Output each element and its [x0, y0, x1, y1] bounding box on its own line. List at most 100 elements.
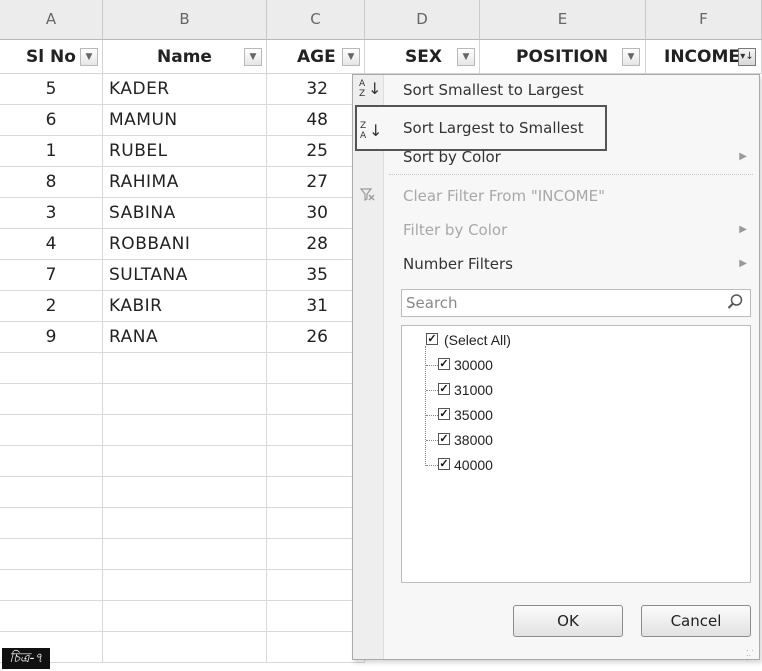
empty-cell[interactable]	[103, 570, 267, 601]
empty-cell[interactable]	[267, 353, 365, 384]
empty-cell[interactable]	[0, 415, 103, 446]
sex-filter-dropdown-button[interactable]: ▼	[457, 48, 475, 66]
checkbox-checked-icon[interactable]: ✓	[438, 383, 450, 395]
column-header-f[interactable]: F	[646, 0, 762, 40]
sort-smallest-to-largest-item[interactable]: A Z ↓ Sort Smallest to Largest	[353, 75, 759, 105]
empty-cell[interactable]	[103, 632, 267, 663]
cell-age[interactable]: 25	[267, 136, 365, 167]
cell-name[interactable]: KABIR	[103, 291, 267, 322]
cell-sl-no[interactable]: 4	[0, 229, 103, 260]
cell-name[interactable]: KADER	[103, 74, 267, 105]
column-header-c[interactable]: C	[267, 0, 365, 40]
cell-name[interactable]: SABINA	[103, 198, 267, 229]
cancel-button[interactable]: Cancel	[641, 605, 751, 637]
number-filters-label: Number Filters	[403, 255, 513, 273]
header-name-label: Name	[157, 47, 212, 67]
checkbox-checked-icon[interactable]: ✓	[426, 333, 438, 345]
empty-cell[interactable]	[0, 353, 103, 384]
empty-cell[interactable]	[103, 477, 267, 508]
cell-sl-no[interactable]: 5	[0, 74, 103, 105]
cell-age[interactable]: 31	[267, 291, 365, 322]
filter-header-row: Sl No ▼ Name ▼ AGE ▼ SEX ▼ POSITION ▼ IN…	[0, 40, 762, 74]
cell-sl-no[interactable]: 3	[0, 198, 103, 229]
header-sl-no-label: Sl No	[26, 47, 76, 67]
empty-cell[interactable]	[267, 570, 365, 601]
cell-age[interactable]: 28	[267, 229, 365, 260]
number-filters-item[interactable]: Number Filters ▶	[353, 249, 759, 279]
column-header-a[interactable]: A	[0, 0, 103, 40]
empty-cell[interactable]	[267, 446, 365, 477]
cell-age[interactable]: 32	[267, 74, 365, 105]
checkbox-checked-icon[interactable]: ✓	[438, 358, 450, 370]
cell-sl-no[interactable]: 1	[0, 136, 103, 167]
cell-name[interactable]: RANA	[103, 322, 267, 353]
sort-ascending-icon: A Z ↓	[359, 79, 382, 99]
age-filter-dropdown-button[interactable]: ▼	[342, 48, 360, 66]
empty-cell[interactable]	[0, 539, 103, 570]
ok-button[interactable]: OK	[513, 605, 623, 637]
column-header-b[interactable]: B	[103, 0, 267, 40]
sl-no-filter-dropdown-button[interactable]: ▼	[80, 48, 98, 66]
sort-by-color-item[interactable]: Sort by Color ▶	[353, 142, 759, 172]
cell-sl-no[interactable]: 9	[0, 322, 103, 353]
empty-cell[interactable]	[0, 570, 103, 601]
empty-cell[interactable]	[267, 632, 365, 663]
column-header-d[interactable]: D	[365, 0, 480, 40]
empty-cell[interactable]	[267, 384, 365, 415]
resize-grip-icon[interactable]: . ... .	[746, 645, 756, 663]
list-item-label: 35000	[454, 407, 493, 423]
cell-sl-no[interactable]: 6	[0, 105, 103, 136]
cell-age[interactable]: 27	[267, 167, 365, 198]
empty-cell[interactable]	[103, 384, 267, 415]
cell-name[interactable]: RAHIMA	[103, 167, 267, 198]
empty-cell[interactable]	[103, 601, 267, 632]
empty-cell[interactable]	[103, 508, 267, 539]
checkbox-checked-icon[interactable]: ✓	[438, 408, 450, 420]
clear-filter-item[interactable]: Clear Filter From "INCOME"	[353, 181, 759, 211]
empty-cell[interactable]	[267, 601, 365, 632]
cell-sl-no[interactable]: 7	[0, 260, 103, 291]
empty-cell[interactable]	[267, 508, 365, 539]
cell-sl-no[interactable]: 2	[0, 291, 103, 322]
header-sex: SEX ▼	[365, 40, 480, 74]
header-income: INCOME ▾↓	[646, 40, 762, 74]
header-name: Name ▼	[103, 40, 267, 74]
cell-age[interactable]: 26	[267, 322, 365, 353]
cell-age[interactable]: 48	[267, 105, 365, 136]
list-item-label: (Select All)	[444, 332, 511, 348]
empty-cell[interactable]	[0, 601, 103, 632]
filter-search-input[interactable]: Search	[401, 289, 751, 317]
empty-cell[interactable]	[0, 384, 103, 415]
cell-name[interactable]: RUBEL	[103, 136, 267, 167]
cell-sl-no[interactable]: 8	[0, 167, 103, 198]
cell-age[interactable]: 30	[267, 198, 365, 229]
search-icon	[726, 293, 744, 311]
empty-cell[interactable]	[103, 539, 267, 570]
empty-cell[interactable]	[267, 539, 365, 570]
cell-name[interactable]: ROBBANI	[103, 229, 267, 260]
header-sl-no: Sl No ▼	[0, 40, 103, 74]
tree-branch	[426, 365, 438, 366]
name-filter-dropdown-button[interactable]: ▼	[244, 48, 262, 66]
cell-name[interactable]: MAMUN	[103, 105, 267, 136]
empty-cell[interactable]	[0, 446, 103, 477]
column-header-e[interactable]: E	[480, 0, 646, 40]
checkbox-checked-icon[interactable]: ✓	[438, 433, 450, 445]
tree-line	[425, 346, 426, 466]
clear-filter-label: Clear Filter From "INCOME"	[403, 187, 605, 205]
empty-cell[interactable]	[0, 477, 103, 508]
income-filter-dropdown-button[interactable]: ▾↓	[738, 48, 756, 66]
figure-caption: চিত্র-৭	[2, 648, 50, 669]
empty-cell[interactable]	[103, 446, 267, 477]
empty-cell[interactable]	[103, 353, 267, 384]
empty-cell[interactable]	[267, 415, 365, 446]
empty-cell[interactable]	[0, 508, 103, 539]
cell-age[interactable]: 35	[267, 260, 365, 291]
position-filter-dropdown-button[interactable]: ▼	[622, 48, 640, 66]
empty-cell[interactable]	[103, 415, 267, 446]
cell-name[interactable]: SULTANA	[103, 260, 267, 291]
checkbox-checked-icon[interactable]: ✓	[438, 458, 450, 470]
filter-by-color-item[interactable]: Filter by Color ▶	[353, 215, 759, 245]
empty-cell[interactable]	[267, 477, 365, 508]
submenu-arrow-icon: ▶	[739, 258, 747, 269]
